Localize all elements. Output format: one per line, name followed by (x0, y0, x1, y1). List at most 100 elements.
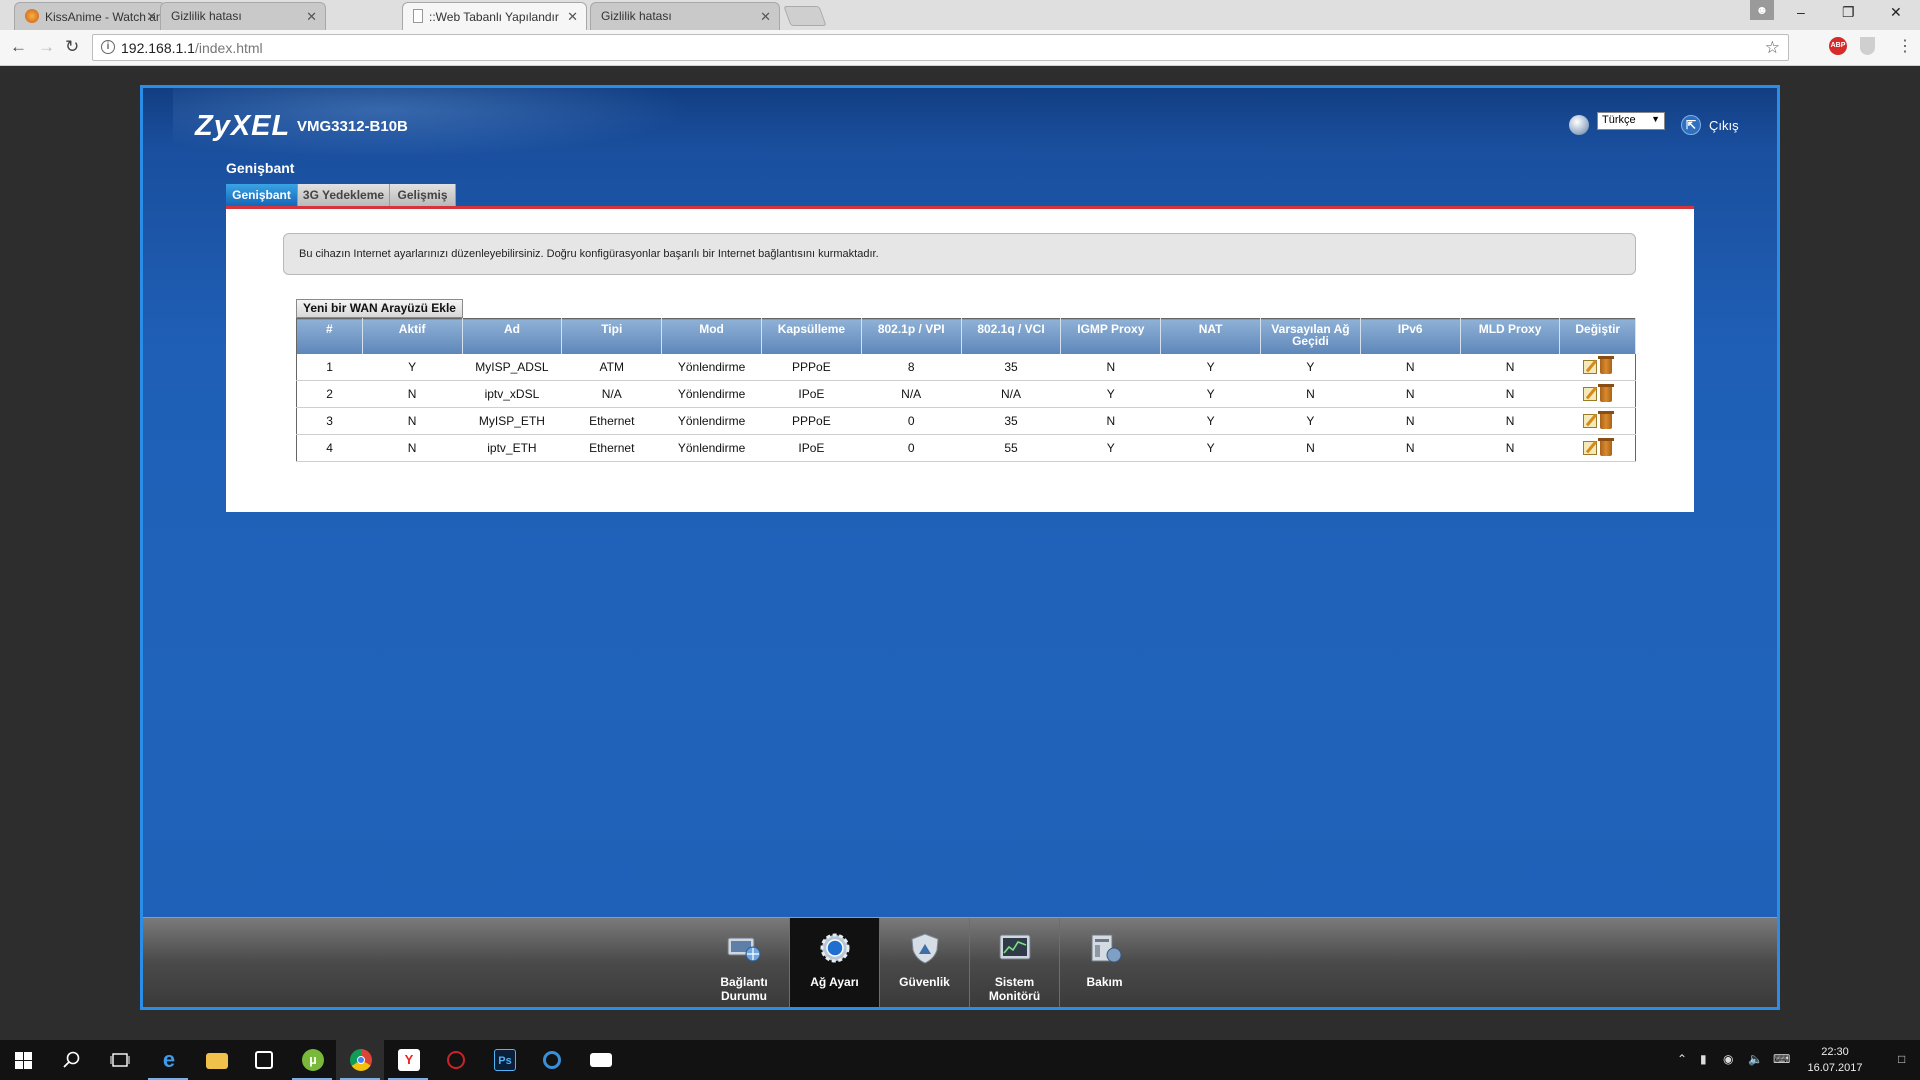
table-cell: Yönlendirme (661, 434, 762, 462)
table-cell: N (1360, 380, 1461, 408)
nav-network-setting[interactable]: Ağ Ayarı (789, 918, 879, 1007)
browser-menu-icon[interactable]: ⋮ (1897, 36, 1913, 56)
trash-icon[interactable] (1597, 356, 1614, 375)
user-profile-icon[interactable]: ☻ (1750, 0, 1774, 20)
url-text: 192.168.1.1/index.html (121, 40, 263, 56)
info-icon[interactable]: i (101, 40, 115, 54)
taskbar-ccleaner[interactable] (528, 1040, 576, 1080)
table-cell: PPPoE (761, 353, 862, 381)
nav-maintenance[interactable]: Bakım (1059, 918, 1149, 1007)
reload-icon[interactable]: ↻ (65, 37, 79, 57)
modify-cell (1559, 434, 1636, 462)
restore-button[interactable]: ❐ (1842, 4, 1855, 21)
language-select[interactable]: Türkçe ▼ (1597, 112, 1665, 130)
network-gear-icon (820, 933, 850, 963)
minimize-button[interactable]: – (1797, 4, 1805, 20)
table-cell: 8 (861, 353, 962, 381)
nav-system-monitor[interactable]: Sistem Monitörü (969, 918, 1059, 1007)
store-icon (255, 1051, 273, 1069)
taskbar-yandex[interactable]: Y (384, 1040, 432, 1080)
window-close-button[interactable]: ✕ (1890, 4, 1902, 21)
show-hidden-icons-chevron-up-icon[interactable]: ⌃ (1677, 1052, 1687, 1066)
col-header-encapsulation: Kapsülleme (761, 318, 862, 354)
search-button[interactable] (48, 1040, 96, 1080)
table-cell: Y (1260, 353, 1361, 381)
edit-icon[interactable] (1582, 359, 1597, 374)
content-panel: Bu cihazın Internet ayarlarınızı düzenle… (226, 206, 1694, 512)
table-cell: Yönlendirme (661, 353, 762, 381)
logout-link[interactable]: Çıkış (1709, 118, 1739, 133)
tab-genisbant[interactable]: Genişbant (226, 184, 298, 206)
start-button[interactable] (0, 1040, 48, 1080)
col-header-mode: Mod (661, 318, 762, 354)
modify-cell (1559, 380, 1636, 408)
taskbar-mail[interactable] (576, 1040, 624, 1080)
table-cell: N (362, 407, 463, 435)
taskbar-edge[interactable]: e (144, 1040, 192, 1080)
tab-advanced[interactable]: Gelişmiş (390, 184, 456, 206)
nav-connection-status[interactable]: Bağlantı Durumu (699, 918, 789, 1007)
address-bar[interactable]: i 192.168.1.1/index.html ☆ (92, 34, 1789, 61)
edge-icon: e (162, 1047, 176, 1072)
close-tab-icon[interactable]: ✕ (760, 9, 771, 25)
system-clock[interactable]: 22:30 16.07.2017 (1800, 1044, 1870, 1076)
forward-arrow-icon[interactable]: → (38, 37, 55, 57)
table-cell: Ethernet (561, 407, 662, 435)
add-wan-interface-button[interactable]: Yeni bir WAN Arayüzü Ekle (296, 299, 463, 318)
close-tab-icon[interactable]: ✕ (306, 9, 317, 25)
edit-icon[interactable] (1582, 414, 1597, 429)
table-cell: 0 (861, 407, 962, 435)
taskbar-chrome[interactable] (336, 1040, 384, 1080)
browser-tab-privacy-error-2[interactable]: Gizlilik hatası ✕ (590, 2, 780, 30)
table-cell: N (362, 434, 463, 462)
router-frame: ZyXEL VMG3312-B10B Türkçe ▼ ⇱ Çıkış Geni… (140, 85, 1780, 1010)
taskbar-utorrent[interactable]: µ (288, 1040, 336, 1080)
edit-icon[interactable] (1582, 387, 1597, 402)
model-name: VMG3312-B10B (297, 118, 408, 135)
connection-status-icon (727, 937, 761, 962)
bookmark-star-icon[interactable]: ☆ (1765, 38, 1780, 58)
table-row: 1 Y MyISP_ADSL ATM Yönlendirme PPPoE 8 3… (296, 353, 1636, 381)
task-view-button[interactable] (96, 1040, 144, 1080)
table-cell: iptv_ETH (462, 434, 562, 462)
adblock-plus-icon[interactable]: ABP (1829, 37, 1847, 55)
tab-3g-backup[interactable]: 3G Yedekleme (298, 184, 390, 206)
table-cell: 4 (296, 434, 363, 462)
taskbar-app-red[interactable] (432, 1040, 480, 1080)
nav-security[interactable]: Güvenlik (879, 918, 969, 1007)
utorrent-icon: µ (302, 1049, 324, 1071)
edit-icon[interactable] (1582, 441, 1597, 456)
notifications-icon[interactable]: □ (1898, 1052, 1905, 1066)
close-tab-icon[interactable]: ✕ (146, 9, 157, 25)
modify-cell (1559, 407, 1636, 435)
back-arrow-icon[interactable]: ← (10, 37, 27, 57)
trash-icon[interactable] (1597, 437, 1614, 456)
table-cell: N/A (961, 380, 1061, 408)
browser-tab-privacy-error-1[interactable]: Gizlilik hatası ✕ (160, 2, 326, 30)
trash-icon[interactable] (1597, 410, 1614, 429)
browser-toolbar: ← → ↻ i 192.168.1.1/index.html ☆ ABP ⋮ (0, 30, 1920, 66)
keyboard-icon[interactable]: ⌨ (1773, 1052, 1790, 1066)
volume-icon[interactable]: 🔈 (1748, 1052, 1763, 1066)
trash-icon[interactable] (1597, 383, 1614, 402)
col-header-nat: NAT (1160, 318, 1262, 354)
browser-tab-web-config[interactable]: ::Web Tabanlı Yapılandır ✕ (402, 2, 587, 30)
maintenance-icon (1091, 934, 1122, 963)
taskbar-file-explorer[interactable] (192, 1040, 240, 1080)
battery-icon[interactable]: ▮ (1700, 1052, 1707, 1066)
close-tab-icon[interactable]: ✕ (567, 9, 578, 25)
taskbar-store[interactable] (240, 1040, 288, 1080)
table-cell: N (362, 380, 463, 408)
windows-taskbar: e µ Y Ps ⌃ ▮ ◉ 🔈 ⌨ 22:30 16.07.2017 □ (0, 1040, 1920, 1080)
logout-icon[interactable]: ⇱ (1681, 115, 1701, 135)
table-cell: 35 (961, 353, 1061, 381)
new-tab-button[interactable] (783, 6, 827, 26)
table-cell: N (1360, 434, 1461, 462)
mail-icon (590, 1053, 612, 1067)
col-header-type: Tipi (561, 318, 663, 354)
browser-tab-kissanime[interactable]: KissAnime - Watch anim ✕ (14, 2, 166, 30)
network-icon[interactable]: ◉ (1723, 1052, 1733, 1066)
extension-shield-icon[interactable] (1860, 37, 1875, 55)
taskbar-photoshop[interactable]: Ps (480, 1040, 528, 1080)
col-header-name: Ad (462, 318, 563, 354)
